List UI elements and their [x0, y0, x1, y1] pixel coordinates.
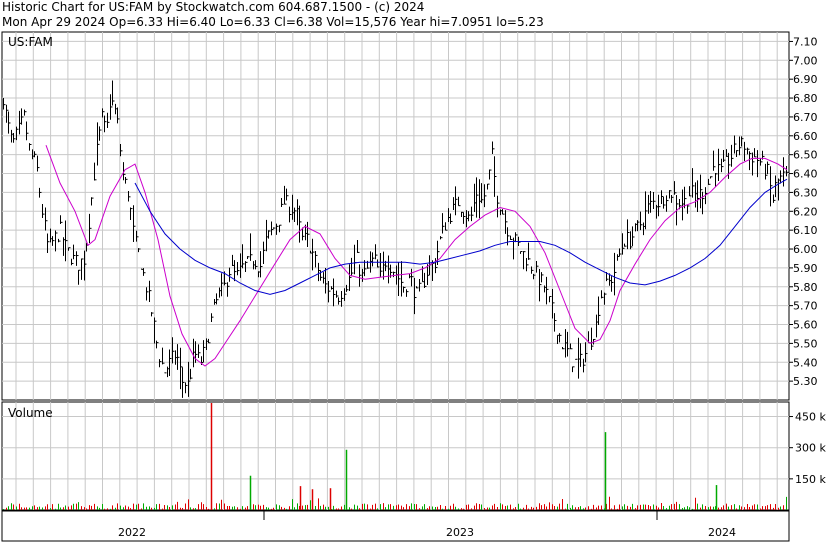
volume-tick-label: 450 k	[795, 411, 826, 424]
price-tick-label: 6.90	[793, 73, 818, 86]
price-tick-label: 6.10	[793, 224, 818, 237]
year-label: 2022	[118, 526, 146, 539]
stock-chart: 7.10 7.00 6.90 6.80 6.70 6.60 6.50 6.40 6.30 6.20…	[1, 31, 826, 542]
price-tick-label: 5.90	[793, 262, 818, 275]
year-label: 2023	[446, 526, 474, 539]
price-tick-label: 6.70	[793, 111, 818, 124]
price-tick-label: 6.30	[793, 186, 818, 199]
volume-tick-label: 150 k	[795, 473, 826, 486]
year-label: 2024	[708, 526, 736, 539]
volume-panel-title: Volume	[8, 406, 53, 420]
price-tick-label: 6.20	[793, 205, 818, 218]
price-tick-label: 5.50	[793, 337, 818, 350]
price-tick-label: 5.40	[793, 356, 818, 369]
volume-tick-label: 300 k	[795, 442, 826, 455]
price-panel-title: US:FAM	[8, 35, 53, 49]
price-tick-label: 7.10	[793, 35, 818, 48]
price-tick-label: 6.50	[793, 149, 818, 162]
chart-window: Historic Chart for US:FAM by Stockwatch.…	[0, 0, 830, 543]
price-tick-label: 7.00	[793, 54, 818, 67]
price-tick-label: 5.30	[793, 375, 818, 388]
price-tick-label: 6.60	[793, 130, 818, 143]
price-tick-label: 5.60	[793, 319, 818, 332]
price-tick-label: 6.40	[793, 168, 818, 181]
price-axis: 7.10 7.00 6.90 6.80 6.70 6.60 6.50 6.40 6.30 6.20…	[789, 35, 818, 388]
price-tick-label: 6.80	[793, 92, 818, 105]
price-tick-label: 5.70	[793, 300, 818, 313]
volume-axis: 450 k 300 k 150 k	[789, 411, 826, 486]
price-tick-label: 5.80	[793, 281, 818, 294]
price-tick-label: 6.00	[793, 243, 818, 256]
